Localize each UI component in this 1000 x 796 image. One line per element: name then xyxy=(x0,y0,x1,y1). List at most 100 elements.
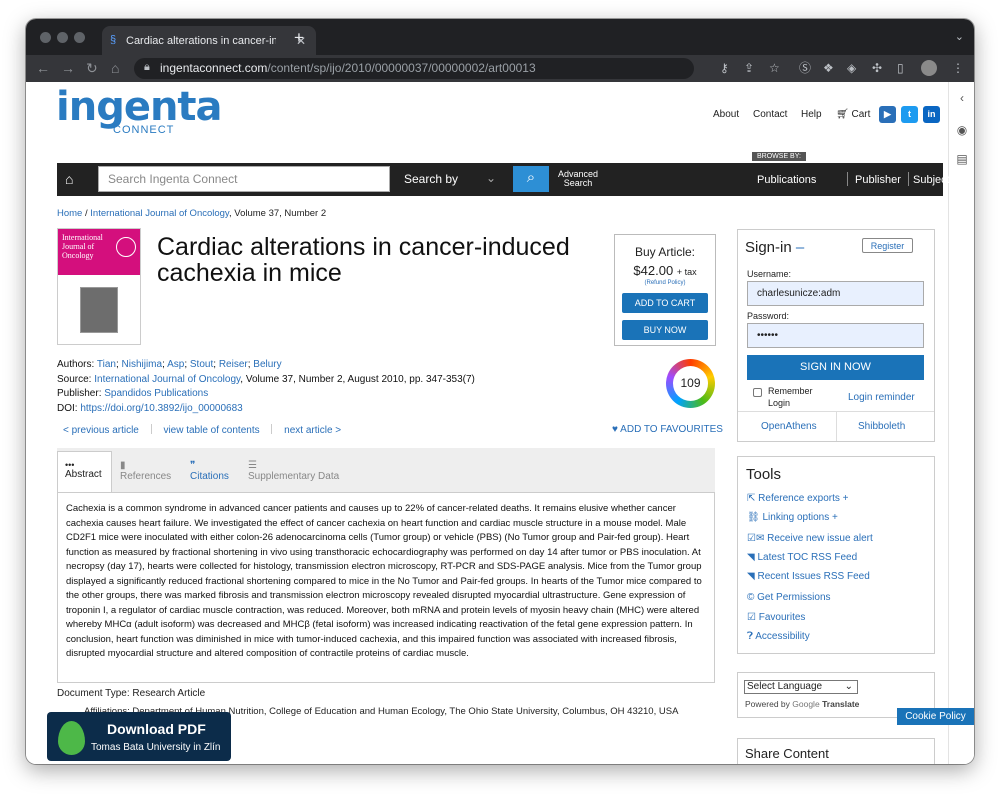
share-icon[interactable]: ⇪ xyxy=(744,60,754,76)
nav-publications[interactable]: Publications xyxy=(757,174,816,186)
browser-tab[interactable]: § Cardiac alterations in cancer-ind ✕ xyxy=(102,26,316,55)
add-to-favourites-link[interactable]: ♥ ADD TO FAVOURITES xyxy=(612,424,723,435)
refund-policy-link[interactable]: (Refund Policy) xyxy=(615,280,715,286)
previous-article-link[interactable]: < previous article xyxy=(63,425,139,436)
linkedin-icon[interactable]: in xyxy=(923,106,940,123)
search-by-select[interactable]: Search by ⌄ xyxy=(398,166,504,192)
sign-in-now-button[interactable]: SIGN IN NOW xyxy=(747,355,924,380)
remember-login-checkbox[interactable] xyxy=(753,388,762,397)
chevron-down-icon[interactable]: ⌄ xyxy=(955,30,964,43)
extension-icon[interactable]: ◈ xyxy=(847,60,856,76)
copyright-icon: © xyxy=(747,592,755,603)
breadcrumb-home[interactable]: Home xyxy=(57,208,82,219)
tool-label: Accessibility xyxy=(755,631,810,642)
tab-references[interactable]: ▮ References xyxy=(120,460,171,482)
back-icon[interactable]: ← xyxy=(36,60,50,76)
add-to-cart-button[interactable]: ADD TO CART xyxy=(622,293,708,313)
tool-label: Recent Issues RSS Feed xyxy=(757,571,870,582)
key-icon[interactable]: ⚷ xyxy=(720,60,729,76)
star-icon[interactable]: ☆ xyxy=(769,60,780,76)
language-select[interactable]: Select Language ⌄ xyxy=(744,680,858,694)
openathens-link[interactable]: OpenAthens xyxy=(761,421,817,432)
advanced-search-link[interactable]: Advanced Search xyxy=(556,170,600,188)
reload-icon[interactable]: ↻ xyxy=(86,60,98,76)
article-title: Cardiac alterations in cancer-induced ca… xyxy=(157,233,570,287)
contact-link[interactable]: Contact xyxy=(753,109,787,120)
menu-icon[interactable]: ⋮ xyxy=(952,60,964,76)
source-journal-link[interactable]: International Journal of Oncology xyxy=(94,374,240,385)
latest-toc-rss-link[interactable]: ◥ Latest TOC RSS Feed xyxy=(747,552,857,563)
dropbox-icon[interactable]: ❖ xyxy=(823,60,834,76)
powered-by-google-translate[interactable]: Powered by Google Translate xyxy=(745,699,859,709)
home-icon[interactable]: ⌂ xyxy=(65,171,73,187)
author-link[interactable]: Reiser xyxy=(219,359,248,370)
language-select-value: Select Language xyxy=(747,681,823,692)
help-circle-icon: ❓︎ xyxy=(747,631,754,642)
search-button[interactable]: ⌕ xyxy=(513,166,549,192)
new-issue-alert-link[interactable]: ☑✉ Receive new issue alert xyxy=(747,533,873,544)
get-permissions-link[interactable]: © Get Permissions xyxy=(747,592,831,603)
link-icon: ⛓︎ xyxy=(747,512,760,523)
about-link[interactable]: About xyxy=(713,109,739,120)
address-bar[interactable]: 🔒︎ ingentaconnect.com/content/sp/ijo/201… xyxy=(134,58,694,79)
profile-avatar[interactable] xyxy=(921,60,937,76)
next-article-link[interactable]: next article > xyxy=(284,425,341,436)
nav-subjects[interactable]: Subjects xyxy=(913,174,955,186)
cart-link[interactable]: 🛒︎ Cart xyxy=(836,109,870,120)
accessibility-link[interactable]: ❓︎ Accessibility xyxy=(747,631,810,642)
favourites-link[interactable]: ☑ Favourites xyxy=(747,612,805,623)
username-input[interactable]: charlesunicze:adm xyxy=(747,281,924,306)
eye-icon[interactable]: ◉ xyxy=(954,123,970,139)
author-link[interactable]: Belury xyxy=(253,359,281,370)
new-tab-icon[interactable]: + xyxy=(294,28,304,48)
minimize-window-icon[interactable] xyxy=(57,32,68,43)
breadcrumb-issue: , Volume 37, Number 2 xyxy=(228,208,327,219)
extension-s-icon[interactable]: Ⓢ xyxy=(799,60,811,76)
author-link[interactable]: Tian xyxy=(97,359,116,370)
buy-article-box: Buy Article: $42.00 + tax (Refund Policy… xyxy=(614,234,716,346)
author-link[interactable]: Stout xyxy=(190,359,213,370)
author-link[interactable]: Nishijima xyxy=(122,359,163,370)
checkbox-icon: ☑ xyxy=(747,612,756,623)
table-of-contents-link[interactable]: view table of contents xyxy=(163,425,259,436)
journal-cover[interactable]: International Journal of Oncology xyxy=(57,228,141,345)
forward-icon[interactable]: → xyxy=(61,60,75,76)
sidebar-icon[interactable]: ▯ xyxy=(897,60,904,76)
dots-icon: ••• xyxy=(65,460,75,470)
register-button[interactable]: Register xyxy=(862,238,913,253)
tab-abstract[interactable]: ••• Abstract xyxy=(57,451,112,493)
help-link[interactable]: Help xyxy=(801,109,822,120)
shibboleth-link[interactable]: Shibboleth xyxy=(858,421,905,432)
tab-citations[interactable]: ❞ Citations xyxy=(190,460,229,482)
youtube-icon[interactable]: ▶ xyxy=(879,106,896,123)
maximize-window-icon[interactable] xyxy=(74,32,85,43)
doi-link[interactable]: https://doi.org/10.3892/ijo_00000683 xyxy=(80,403,242,414)
nav-publisher[interactable]: Publisher xyxy=(855,174,901,186)
collapse-icon[interactable]: – xyxy=(796,239,804,256)
reference-exports-link[interactable]: ⇱ Reference exports + xyxy=(747,493,849,504)
tab-references-label: References xyxy=(120,471,172,482)
publisher-link[interactable]: Spandidos Publications xyxy=(104,388,208,399)
tab-supplementary-data[interactable]: ☰ Supplementary Data xyxy=(248,460,339,482)
author-link[interactable]: Asp xyxy=(167,359,184,370)
close-window-icon[interactable] xyxy=(40,32,51,43)
recent-issues-rss-link[interactable]: ◥ Recent Issues RSS Feed xyxy=(747,571,870,582)
cookie-policy-button[interactable]: Cookie Policy xyxy=(897,708,974,725)
altmetric-badge[interactable]: 109 xyxy=(666,359,715,408)
password-input[interactable]: •••••• xyxy=(747,323,924,348)
buy-now-button[interactable]: BUY NOW xyxy=(622,320,708,340)
alert-icon: ☑ xyxy=(747,533,756,544)
site-logo[interactable]: ingenta xyxy=(56,85,223,129)
login-reminder-link[interactable]: Login reminder xyxy=(848,392,915,403)
home-icon[interactable]: ⌂ xyxy=(111,60,119,76)
search-input[interactable]: Search Ingenta Connect xyxy=(98,166,390,192)
linking-options-link[interactable]: ⛓︎ Linking options + xyxy=(747,512,838,523)
altmetric-score: 109 xyxy=(673,366,708,401)
puzzle-icon[interactable]: ✣ xyxy=(872,60,882,76)
breadcrumb-journal[interactable]: International Journal of Oncology xyxy=(90,208,229,219)
download-pdf-button[interactable]: Download PDF Tomas Bata University in Zl… xyxy=(47,712,231,761)
note-icon[interactable]: ▤ xyxy=(954,152,970,168)
twitter-icon[interactable]: t xyxy=(901,106,918,123)
doi-label: DOI: xyxy=(57,402,78,414)
chevron-left-icon[interactable]: ‹ xyxy=(954,91,970,107)
